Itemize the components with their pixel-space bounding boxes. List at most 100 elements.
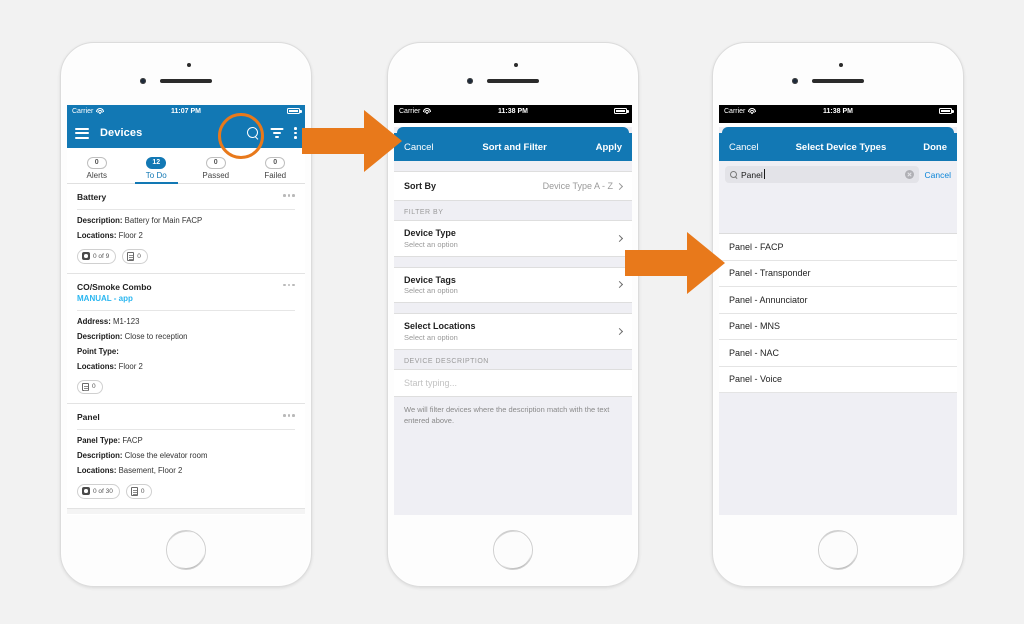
filter-row-device-type[interactable]: Device Type Select an option bbox=[394, 220, 632, 257]
search-input[interactable]: Panel bbox=[725, 166, 919, 183]
photo-badge-text: 0 of 30 bbox=[93, 487, 113, 495]
sort-by-row[interactable]: Sort By Device Type A - Z bbox=[394, 171, 632, 201]
list-item[interactable]: Panel - FACP bbox=[719, 234, 957, 261]
photo-badge[interactable]: 0 of 30 bbox=[77, 484, 120, 499]
apply-button[interactable]: Apply bbox=[596, 142, 622, 153]
description-helper-text: We will filter devices where the descrip… bbox=[394, 396, 632, 433]
field-key: Locations: bbox=[77, 466, 117, 475]
divider bbox=[77, 309, 295, 311]
proximity-sensor bbox=[514, 63, 518, 67]
battery-icon bbox=[939, 107, 954, 116]
kebab-menu-icon[interactable] bbox=[294, 127, 297, 139]
search-icon[interactable] bbox=[247, 127, 259, 139]
card-overflow-icon[interactable] bbox=[283, 412, 295, 417]
device-type-option-list[interactable]: Panel - FACP Panel - Transponder Panel -… bbox=[719, 233, 957, 393]
sort-by-value: Device Type A - Z bbox=[542, 181, 613, 191]
device-field: Description: Close the elevator room bbox=[77, 451, 295, 461]
arrow-right-icon bbox=[302, 110, 402, 172]
phone1-app-bar: Devices bbox=[67, 118, 305, 148]
note-badge[interactable]: 0 bbox=[125, 484, 152, 499]
tab-passed-count: 0 bbox=[205, 156, 226, 169]
sheet-backdrop bbox=[719, 118, 957, 123]
spacer bbox=[394, 303, 632, 313]
field-value: FACP bbox=[120, 436, 143, 445]
earpiece-speaker bbox=[487, 79, 539, 83]
device-field: Locations: Floor 2 bbox=[77, 362, 295, 372]
list-item[interactable]: Panel - MNS bbox=[719, 314, 957, 340]
device-card[interactable]: CO/Smoke Combo MANUAL - app Address: M1-… bbox=[67, 273, 305, 404]
front-camera bbox=[792, 78, 798, 84]
search-results-spacer bbox=[719, 188, 957, 233]
wifi-icon bbox=[748, 108, 757, 115]
cancel-button[interactable]: Cancel bbox=[729, 142, 759, 153]
flow-arrow-2 bbox=[625, 232, 725, 294]
device-card-title: CO/Smoke Combo bbox=[77, 281, 152, 292]
tab-todo[interactable]: 12 To Do bbox=[127, 148, 187, 184]
tab-failed[interactable]: 0 Failed bbox=[246, 148, 306, 183]
battery-icon bbox=[287, 107, 302, 116]
earpiece-speaker bbox=[160, 79, 212, 83]
spacer bbox=[394, 161, 632, 171]
card-overflow-icon[interactable] bbox=[283, 192, 295, 197]
select-device-types-modal: Cancel Select Device Types Done Panel Ca… bbox=[719, 127, 957, 515]
device-card-title: Panel bbox=[77, 412, 100, 422]
home-button[interactable] bbox=[818, 530, 858, 570]
field-key: Locations: bbox=[77, 361, 117, 371]
filter-icon[interactable] bbox=[270, 127, 283, 139]
modal-title: Sort and Filter bbox=[482, 141, 547, 153]
device-field: Description: Battery for Main FACP bbox=[77, 216, 295, 226]
tab-passed[interactable]: 0 Passed bbox=[186, 148, 246, 183]
camera-icon bbox=[82, 487, 90, 496]
device-card-list[interactable]: Battery Description: Battery for Main FA… bbox=[67, 184, 305, 514]
note-badge[interactable]: 0 bbox=[77, 379, 103, 394]
field-key: Description: bbox=[77, 216, 123, 225]
tab-failed-count: 0 bbox=[265, 156, 286, 169]
phone1-tab-bar: 0 Alerts 12 To Do 0 Passed 0 Failed bbox=[67, 148, 305, 184]
document-icon bbox=[127, 252, 135, 261]
arrow-right-icon bbox=[625, 232, 725, 294]
hamburger-menu-icon[interactable] bbox=[75, 127, 89, 139]
phone3-screen: Carrier 11:38 PM Cancel Select Device Ty… bbox=[719, 105, 957, 515]
device-card-subtitle: MANUAL - app bbox=[77, 293, 133, 303]
tab-alerts[interactable]: 0 Alerts bbox=[67, 148, 127, 183]
device-card[interactable]: Panel Panel Type: FACP Description: Clos… bbox=[67, 404, 305, 509]
phone3-nav-bar: Cancel Select Device Types Done bbox=[719, 133, 957, 161]
field-value: Close the elevator room bbox=[122, 451, 208, 460]
device-card[interactable]: Battery Description: Battery for Main FA… bbox=[67, 184, 305, 274]
tab-todo-count: 12 bbox=[146, 156, 167, 169]
photo-badge[interactable]: 0 of 9 bbox=[77, 249, 117, 264]
filter-row-device-tags[interactable]: Device Tags Select an option bbox=[394, 266, 632, 303]
done-button[interactable]: Done bbox=[923, 142, 947, 153]
home-button[interactable] bbox=[493, 530, 533, 570]
modal-title: Select Device Types bbox=[795, 141, 887, 153]
list-item[interactable]: Panel - Annunciator bbox=[719, 287, 957, 314]
carrier-label: Carrier bbox=[72, 108, 94, 115]
photo-badge-text: 0 of 9 bbox=[93, 252, 110, 260]
page-title: Devices bbox=[100, 127, 143, 139]
tab-passed-label: Passed bbox=[202, 171, 230, 180]
earpiece-speaker bbox=[812, 79, 864, 83]
list-item[interactable]: Panel - NAC bbox=[719, 340, 957, 367]
note-badge[interactable]: 0 bbox=[122, 249, 148, 264]
search-cancel-button[interactable]: Cancel bbox=[925, 170, 951, 180]
search-input-value: Panel bbox=[741, 168, 765, 180]
document-icon bbox=[82, 382, 89, 391]
cancel-button[interactable]: Cancel bbox=[404, 142, 434, 153]
card-overflow-icon[interactable] bbox=[283, 282, 295, 287]
tab-alerts-label: Alerts bbox=[86, 171, 107, 180]
filter-row-select-locations[interactable]: Select Locations Select an option bbox=[394, 313, 632, 350]
chevron-right-icon bbox=[615, 234, 624, 242]
list-item[interactable]: Panel - Transponder bbox=[719, 261, 957, 287]
field-value: Floor 2 bbox=[116, 361, 143, 371]
filter-by-section-label: FILTER BY bbox=[394, 201, 632, 220]
field-value: M1-123 bbox=[110, 316, 140, 326]
clear-circle-icon[interactable] bbox=[904, 170, 914, 179]
home-button[interactable] bbox=[166, 530, 206, 570]
carrier-label: Carrier bbox=[399, 108, 421, 115]
list-item[interactable]: Panel - Voice bbox=[719, 367, 957, 393]
device-field: Point Type: bbox=[77, 347, 295, 357]
field-key: Panel Type: bbox=[77, 436, 121, 445]
field-key: Point Type: bbox=[77, 346, 119, 356]
search-bar: Panel Cancel bbox=[719, 161, 957, 188]
device-description-input[interactable]: Start typing... bbox=[394, 368, 632, 397]
